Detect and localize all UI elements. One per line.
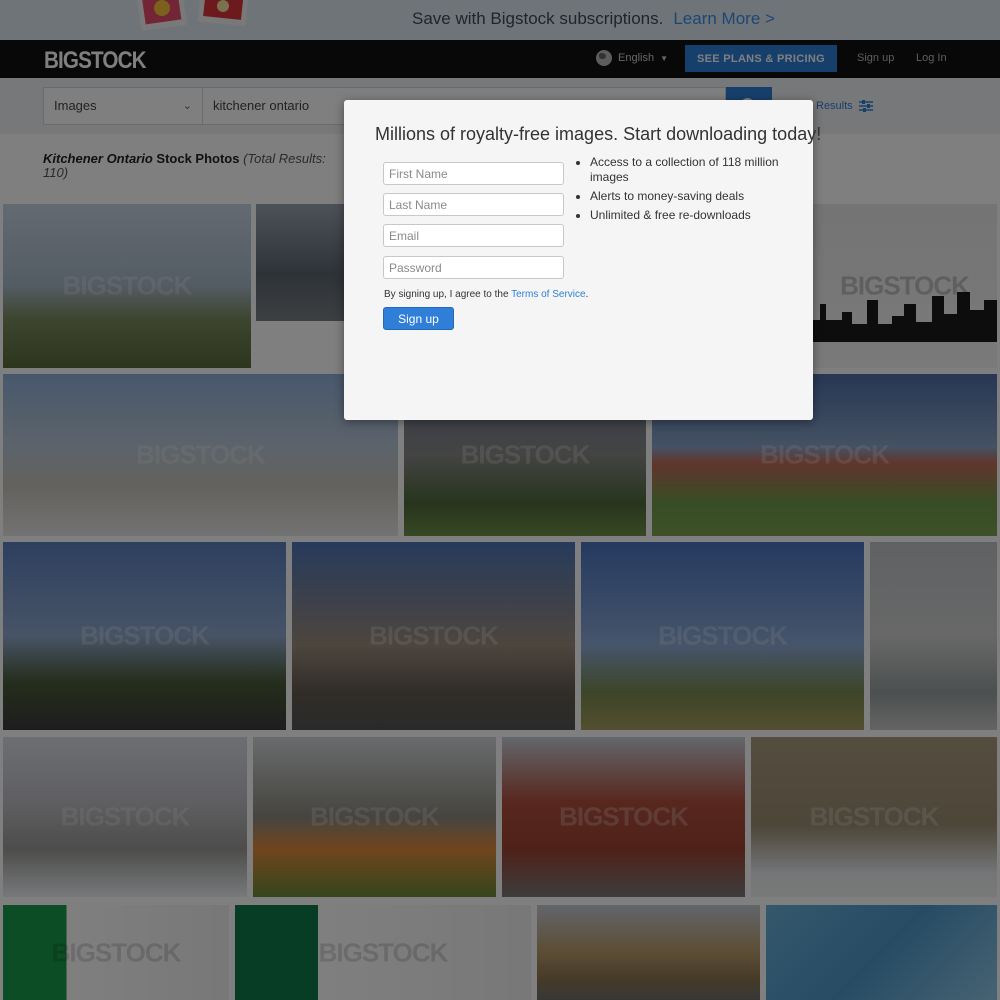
benefit-item: Alerts to money-saving deals — [590, 189, 800, 204]
last-name-field[interactable] — [383, 193, 564, 216]
first-name-field[interactable] — [383, 162, 564, 185]
signup-button[interactable]: Sign up — [383, 307, 454, 330]
terms-prefix: By signing up, I agree to the — [384, 289, 512, 300]
modal-title: Millions of royalty-free images. Start d… — [375, 124, 822, 144]
email-field[interactable] — [383, 224, 564, 247]
benefits-list: Access to a collection of 118 million im… — [590, 155, 800, 227]
benefit-item: Access to a collection of 118 million im… — [590, 155, 800, 185]
terms-of-service-link[interactable]: Terms of Service — [511, 289, 585, 300]
password-field[interactable] — [383, 256, 564, 279]
terms-suffix: . — [585, 289, 589, 300]
benefit-item: Unlimited & free re-downloads — [590, 208, 800, 223]
terms-notice: By signing up, I agree to the Terms of S… — [384, 289, 588, 300]
signup-modal: Millions of royalty-free images. Start d… — [344, 100, 821, 420]
